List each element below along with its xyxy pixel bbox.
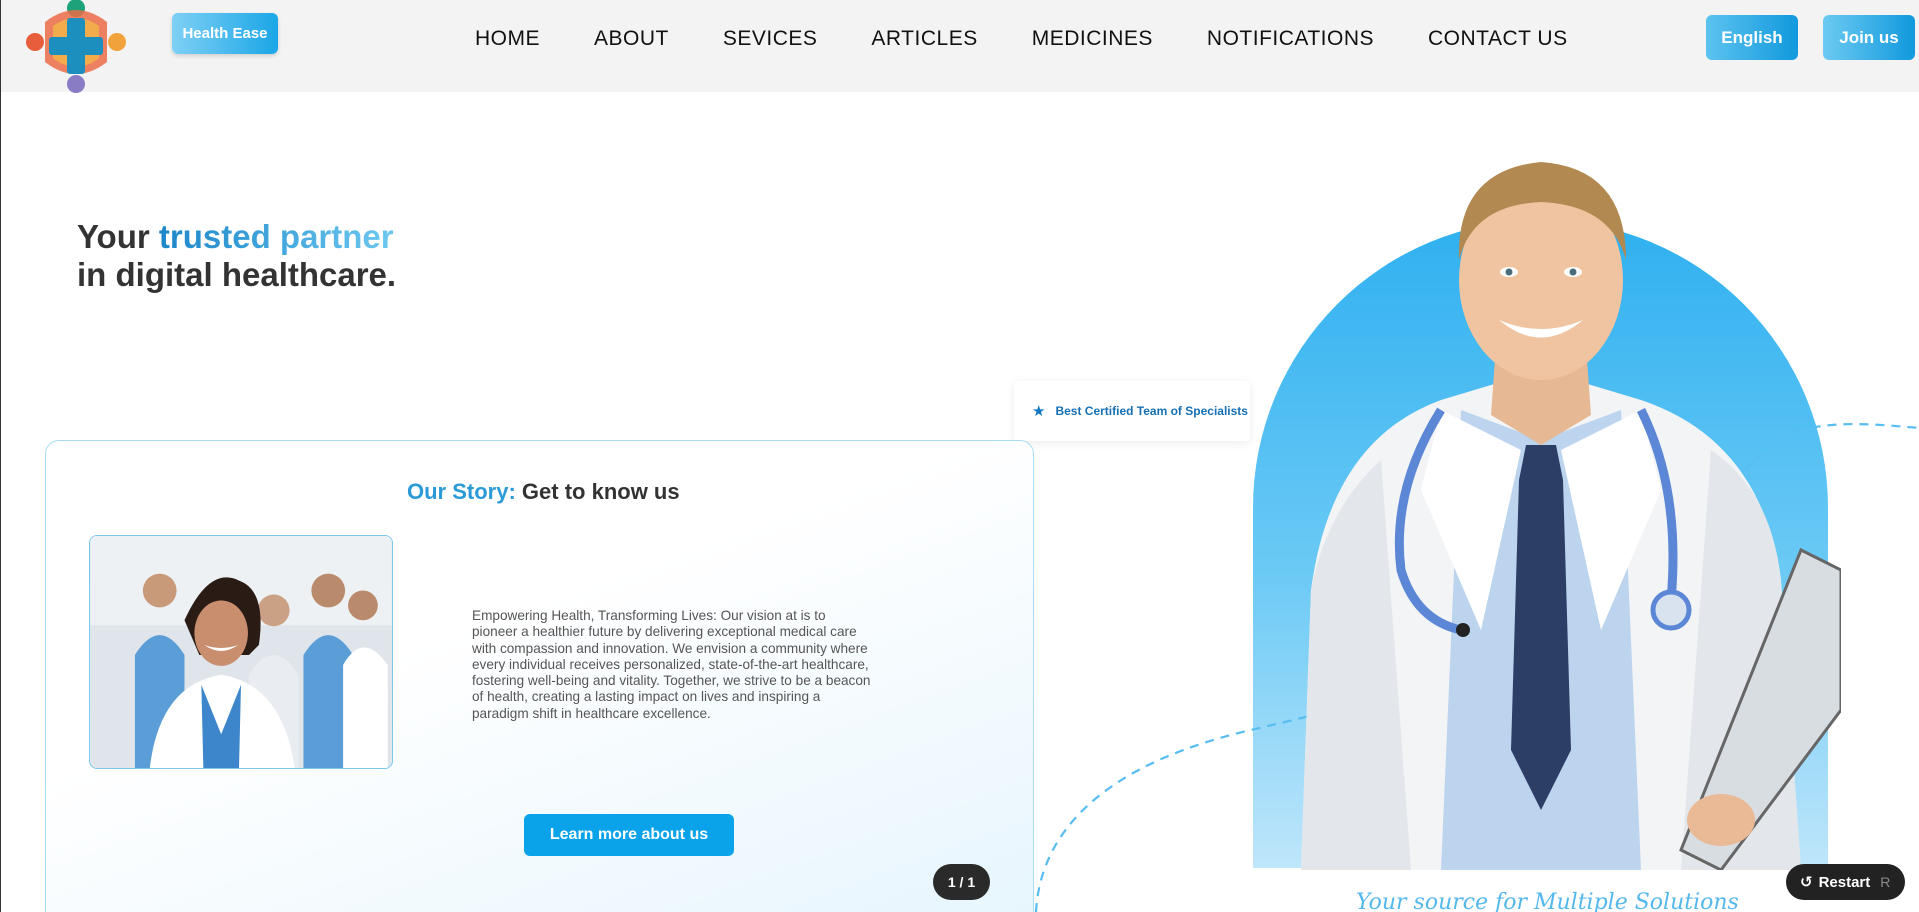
badge-text: Best Certified Team of Specialists — [1055, 404, 1248, 418]
solutions-tagline: Your source for Multiple Solutions — [1356, 890, 1739, 912]
nav-link-notifications[interactable]: NOTIFICATIONS — [1207, 27, 1374, 51]
hero-title: Your trusted partner in digital healthca… — [77, 218, 396, 294]
slide-pager[interactable]: 1 / 1 — [933, 864, 990, 900]
hero-title-prefix: Your — [77, 218, 150, 255]
logo-icon[interactable] — [23, 0, 129, 94]
brand-button[interactable]: Health Ease — [172, 13, 278, 54]
story-title: Our Story: Get to know us — [407, 479, 680, 505]
nav-link-contact[interactable]: CONTACT US — [1428, 27, 1568, 51]
story-body: Empowering Health, Transforming Lives: O… — [472, 608, 871, 721]
hero-title-accent: trusted partner — [158, 218, 394, 255]
nav-link-articles[interactable]: ARTICLES — [871, 27, 977, 51]
restart-label: Restart — [1818, 873, 1871, 891]
top-navbar: Health Ease HOME ABOUT SEVICES ARTICLES … — [1, 0, 1919, 94]
main-nav: HOME ABOUT SEVICES ARTICLES MEDICINES NO… — [475, 22, 1568, 56]
restart-shortcut: R — [1880, 874, 1891, 890]
restart-button[interactable]: ↺ Restart R — [1786, 864, 1905, 900]
story-title-rest: Get to know us — [521, 479, 680, 504]
specialists-badge: ★ Best Certified Team of Specialists — [1014, 381, 1250, 441]
join-button[interactable]: Join us — [1823, 15, 1915, 60]
restart-icon: ↺ — [1800, 874, 1813, 891]
language-button[interactable]: English — [1706, 15, 1798, 60]
learn-more-button[interactable]: Learn more about us — [524, 814, 734, 856]
story-title-accent: Our Story: — [407, 479, 516, 504]
star-icon: ★ — [1032, 403, 1046, 420]
nav-link-about[interactable]: ABOUT — [594, 27, 669, 51]
nav-link-home[interactable]: HOME — [475, 27, 540, 51]
doctor-image — [1301, 162, 1841, 870]
page: Health Ease HOME ABOUT SEVICES ARTICLES … — [0, 0, 1919, 912]
nav-link-medicines[interactable]: MEDICINES — [1032, 27, 1153, 51]
medical-team-image — [89, 535, 393, 769]
hero-title-line2: in digital healthcare. — [77, 256, 397, 293]
nav-link-services[interactable]: SEVICES — [723, 27, 818, 51]
